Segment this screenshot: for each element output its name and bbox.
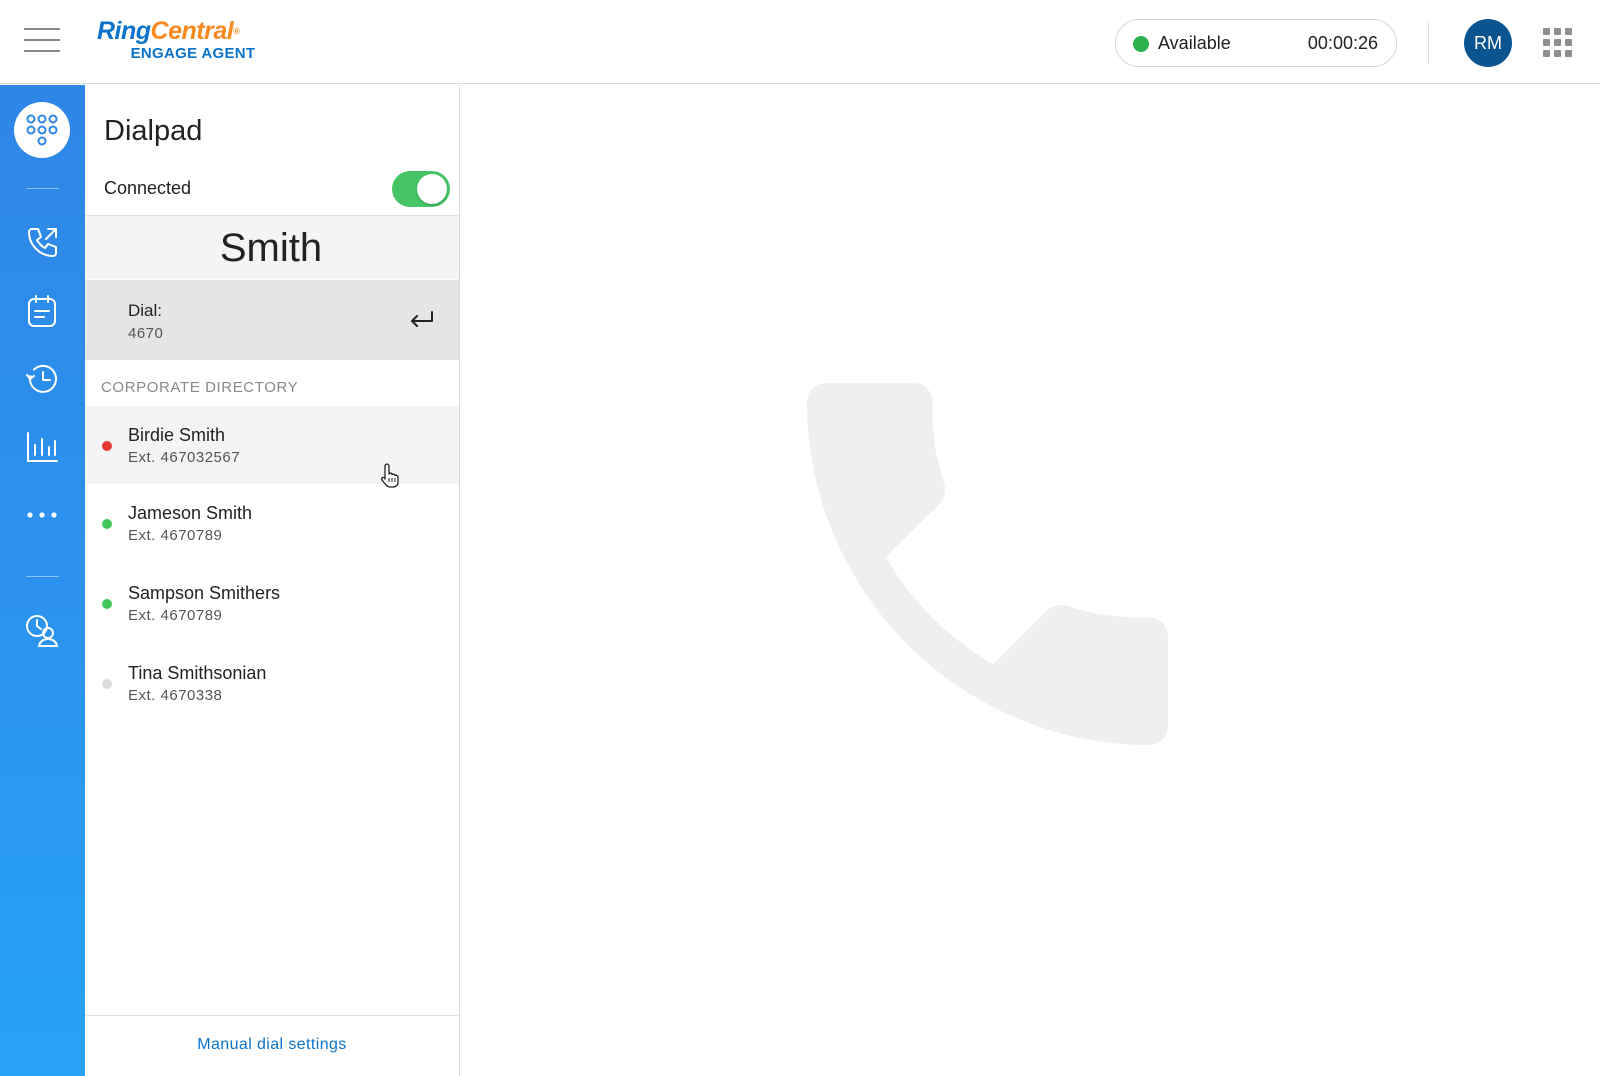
presence-dot — [102, 519, 112, 529]
contact-name: Sampson Smithers — [128, 583, 281, 603]
contact-extension: Ext. 4670338 — [128, 687, 223, 704]
history-icon[interactable] — [14, 351, 70, 407]
logo-product-text: ENGAGE AGENT — [130, 45, 256, 62]
contact-name: Birdie Smith — [128, 425, 226, 445]
contact-item[interactable]: Birdie Smith Ext. 467032567 — [85, 406, 459, 484]
connected-toggle[interactable] — [392, 171, 450, 207]
phone-watermark-icon — [807, 383, 1168, 745]
user-clock-icon[interactable] — [14, 603, 70, 659]
contact-name: Tina Smithsonian — [128, 663, 267, 683]
enter-arrow-icon[interactable] — [409, 306, 435, 332]
status-dot — [1133, 36, 1149, 52]
bar-chart-icon[interactable] — [14, 419, 70, 475]
contact-item[interactable]: Tina Smithsonian Ext. 4670338 — [85, 644, 459, 722]
dial-label: Dial: — [128, 301, 163, 320]
header-divider — [1428, 22, 1429, 64]
panel-title: Dialpad — [104, 115, 203, 147]
contact-item[interactable]: Jameson Smith Ext. 4670789 — [85, 484, 459, 562]
logo-central-text: Central — [150, 17, 234, 45]
connected-label: Connected — [104, 178, 192, 198]
contact-name: Jameson Smith — [128, 503, 253, 523]
status-timer: 00:00:26 — [1307, 33, 1378, 53]
main-content — [461, 85, 1600, 1076]
rail-separator — [26, 576, 59, 577]
contact-extension: Ext. 467032567 — [128, 449, 241, 466]
contact-extension: Ext. 4670789 — [128, 607, 223, 624]
directory-header: CORPORATE DIRECTORY — [101, 379, 299, 396]
dialpad-icon[interactable] — [14, 102, 70, 158]
manual-dial-settings-link[interactable]: Manual dial settings — [85, 1036, 459, 1054]
user-avatar[interactable]: RM — [1464, 19, 1512, 67]
calendar-icon[interactable] — [14, 283, 70, 339]
hand-cursor-icon — [381, 463, 399, 488]
phone-outgoing-icon[interactable] — [14, 215, 70, 271]
dialpad-panel: Dialpad Connected Dial: 4670 CORPORATE D… — [85, 85, 460, 1076]
presence-dot — [102, 599, 112, 609]
logo-trademark: ® — [233, 26, 240, 36]
agent-status-selector[interactable]: Available 00:00:26 — [1115, 19, 1397, 67]
ringcentral-logo: RingCentral® ENGAGE AGENT — [97, 17, 269, 67]
dial-number-row[interactable]: Dial: 4670 — [85, 280, 459, 360]
presence-dot — [102, 679, 112, 689]
contact-extension: Ext. 4670789 — [128, 527, 223, 544]
status-label: Available — [1158, 33, 1231, 53]
app-launcher-icon[interactable] — [1543, 28, 1573, 58]
panel-footer: Manual dial settings — [85, 1015, 459, 1076]
hamburger-menu-icon[interactable] — [24, 28, 60, 56]
more-horizontal-icon[interactable] — [14, 487, 70, 543]
presence-dot — [102, 441, 112, 451]
contact-item[interactable]: Sampson Smithers Ext. 4670789 — [85, 564, 459, 642]
top-header: RingCentral® ENGAGE AGENT Available 00:0… — [0, 0, 1600, 84]
dial-number: 4670 — [128, 325, 164, 342]
dialpad-search-box — [85, 215, 459, 280]
rail-separator — [26, 188, 59, 189]
navigation-rail — [0, 85, 85, 1076]
toggle-knob — [417, 174, 447, 204]
dialpad-search-input[interactable] — [85, 216, 459, 280]
logo-ring-text: Ring — [97, 17, 151, 45]
